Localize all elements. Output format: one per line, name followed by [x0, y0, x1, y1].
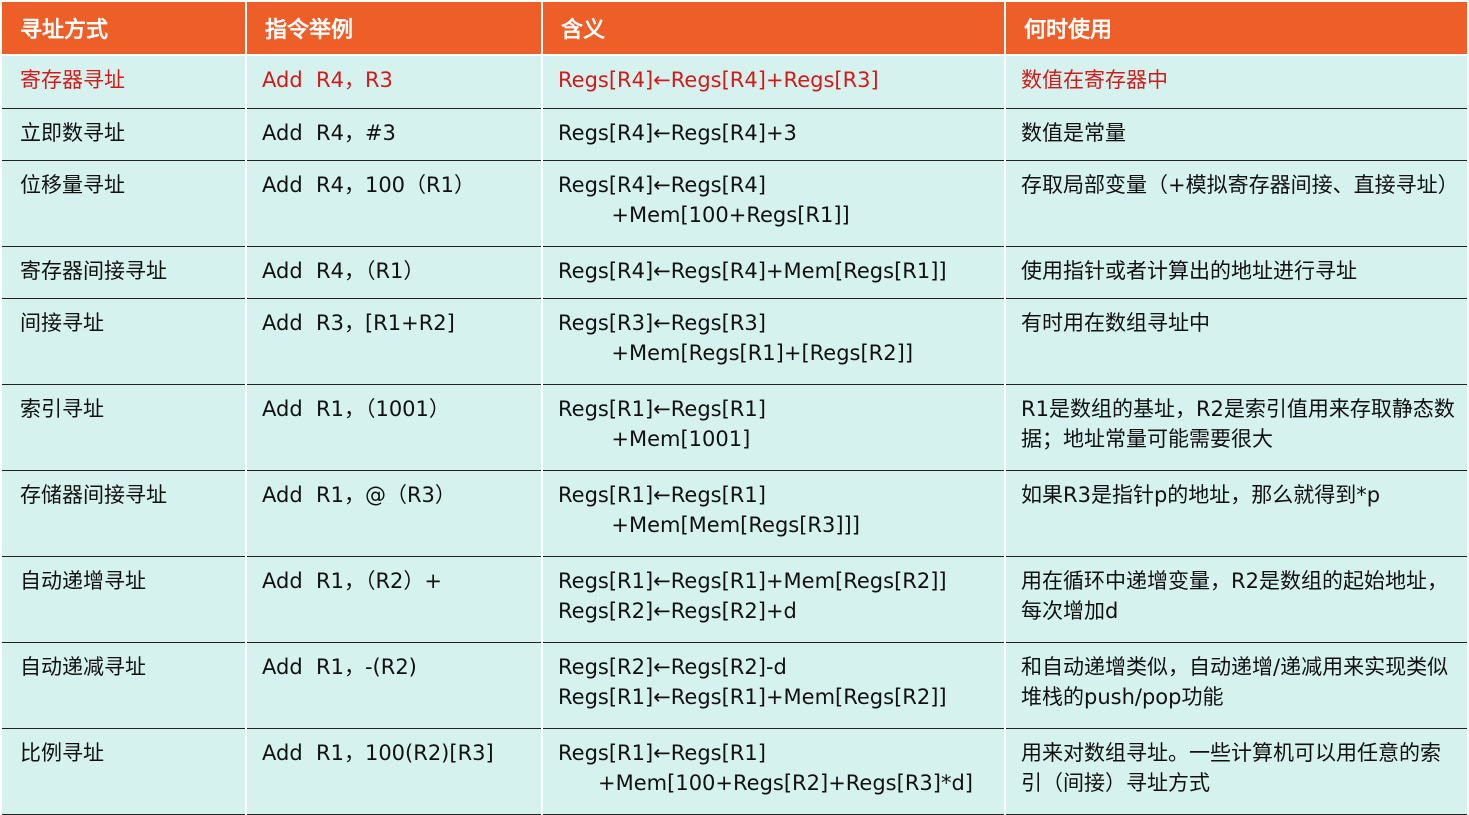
- cell-mode: 寄存器间接寻址: [0, 245, 247, 299]
- cell-mode: 自动递减寻址: [0, 641, 247, 729]
- cell-example: Add R1，（1001）: [245, 383, 543, 471]
- cell-mode: 存储器间接寻址: [0, 469, 247, 557]
- meaning-line: Regs[R4]←Regs[R4]+Regs[R3]: [558, 68, 879, 92]
- cell-meaning: Regs[R4]←Regs[R4]+Regs[R3]: [541, 54, 1006, 109]
- usage-text: 存取局部变量（+模拟寄存器间接、直接寻址）: [1021, 172, 1459, 197]
- meaning-line: Regs[R1]←Regs[R1]: [558, 396, 766, 421]
- cell-usage: 用在循环中递增变量，R2是数组的起始地址，每次增加d: [1004, 555, 1469, 643]
- meaning-line: +Mem[100+Regs[R2]+Regs[R3]*d]: [558, 770, 973, 795]
- example-text: Add R1，（R2）+: [262, 568, 443, 593]
- usage-text: R1是数组的基址，R2是索引值用来存取静态数据；地址常量可能需要很大: [1021, 396, 1455, 451]
- usage-text: 有时用在数组寻址中: [1021, 310, 1210, 335]
- table-row: 位移量寻址 Add R4，100（R1） Regs[R4]←Regs[R4] +Me…: [0, 159, 1469, 247]
- meaning-line: Regs[R1]←Regs[R1]: [558, 740, 766, 765]
- meaning-line: +Mem[Regs[R1]+[Regs[R2]]: [558, 340, 914, 365]
- cell-meaning: Regs[R1]←Regs[R1] +Mem[Mem[Regs[R3]]]: [541, 469, 1006, 557]
- example-text: Add R4，（R1）: [262, 258, 425, 283]
- cell-usage: 数值在寄存器中: [1004, 54, 1469, 109]
- cell-usage: R1是数组的基址，R2是索引值用来存取静态数据；地址常量可能需要很大: [1004, 383, 1469, 471]
- meaning-line: +Mem[100+Regs[R1]]: [558, 202, 850, 227]
- cell-meaning: Regs[R1]←Regs[R1] +Mem[1001]: [541, 383, 1006, 471]
- cell-meaning: Regs[R1]←Regs[R1] +Mem[100+Regs[R2]+Regs…: [541, 727, 1006, 815]
- usage-text: 数值是常量: [1021, 120, 1126, 145]
- table-row: 寄存器间接寻址 Add R4，（R1） Regs[R4]←Regs[R4]+Mem[…: [0, 245, 1469, 299]
- meaning-line: Regs[R3]←Regs[R3]: [558, 310, 766, 335]
- cell-mode: 寄存器寻址: [0, 54, 247, 109]
- cell-mode: 自动递增寻址: [0, 555, 247, 643]
- usage-text: 数值在寄存器中: [1021, 68, 1168, 92]
- cell-usage: 数值是常量: [1004, 107, 1469, 161]
- table-row: 索引寻址 Add R1，（1001） Regs[R1]←Regs[R1] +Mem[…: [0, 383, 1469, 471]
- usage-text: 用来对数组寻址。一些计算机可以用任意的索引（间接）寻址方式: [1021, 740, 1441, 795]
- cell-mode: 立即数寻址: [0, 107, 247, 161]
- example-text: Add R1，-(R2): [262, 654, 417, 679]
- meaning-line: +Mem[Mem[Regs[R3]]]: [558, 512, 860, 537]
- example-text: Add R1，（1001）: [262, 396, 450, 421]
- example-text: Add R1，100(R2)[R3]: [262, 740, 494, 765]
- meaning-line: Regs[R2]←Regs[R2]-d: [558, 654, 787, 679]
- header-example: 指令举例: [245, 0, 543, 56]
- table-row: 自动递增寻址 Add R1，（R2）+ Regs[R1]←Regs[R1]+Mem[…: [0, 555, 1469, 643]
- cell-mode: 比例寻址: [0, 727, 247, 815]
- cell-example: Add R4，（R1）: [245, 245, 543, 299]
- cell-mode: 间接寻址: [0, 297, 247, 385]
- cell-example: Add R1，100(R2)[R3]: [245, 727, 543, 815]
- cell-meaning: Regs[R4]←Regs[R4] +Mem[100+Regs[R1]]: [541, 159, 1006, 247]
- meaning-line: Regs[R1]←Regs[R1]: [558, 482, 766, 507]
- header-meaning: 含义: [541, 0, 1006, 56]
- cell-mode: 索引寻址: [0, 383, 247, 471]
- cell-example: Add R4，R3: [245, 54, 543, 109]
- cell-example: Add R4，100（R1）: [245, 159, 543, 247]
- cell-example: Add R1，-(R2): [245, 641, 543, 729]
- table-row: 比例寻址 Add R1，100(R2)[R3] Regs[R1]←Regs[R1] …: [0, 727, 1469, 815]
- cell-meaning: Regs[R3]←Regs[R3] +Mem[Regs[R1]+[Regs[R2…: [541, 297, 1006, 385]
- cell-usage: 使用指针或者计算出的地址进行寻址: [1004, 245, 1469, 299]
- example-text: Add R1，@（R3）: [262, 482, 456, 507]
- table-row: 自动递减寻址 Add R1，-(R2) Regs[R2]←Regs[R2]-d Reg…: [0, 641, 1469, 729]
- header-mode: 寻址方式: [0, 0, 247, 56]
- meaning-line: Regs[R1]←Regs[R1]+Mem[Regs[R2]]: [558, 568, 947, 593]
- meaning-line: Regs[R4]←Regs[R4]+3: [558, 120, 797, 145]
- cell-usage: 用来对数组寻址。一些计算机可以用任意的索引（间接）寻址方式: [1004, 727, 1469, 815]
- usage-text: 如果R3是指针p的地址，那么就得到*p: [1021, 482, 1381, 507]
- cell-meaning: Regs[R2]←Regs[R2]-d Regs[R1]←Regs[R1]+Mem…: [541, 641, 1006, 729]
- cell-usage: 有时用在数组寻址中: [1004, 297, 1469, 385]
- meaning-line: Regs[R4]←Regs[R4]: [558, 172, 766, 197]
- cell-meaning: Regs[R1]←Regs[R1]+Mem[Regs[R2]] Regs[R2]←…: [541, 555, 1006, 643]
- example-text: Add R4，R3: [262, 68, 393, 92]
- header-usage: 何时使用: [1004, 0, 1469, 56]
- table-row: 存储器间接寻址 Add R1，@（R3） Regs[R1]←Regs[R1] +Me…: [0, 469, 1469, 557]
- cell-example: Add R1，（R2）+: [245, 555, 543, 643]
- usage-text: 和自动递增类似，自动递增/递减用来实现类似堆栈的push/pop功能: [1021, 654, 1449, 709]
- table-row: 寄存器寻址 Add R4，R3 Regs[R4]←Regs[R4]+Regs[R3]…: [0, 54, 1469, 109]
- cell-meaning: Regs[R4]←Regs[R4]+Mem[Regs[R1]]: [541, 245, 1006, 299]
- cell-usage: 如果R3是指针p的地址，那么就得到*p: [1004, 469, 1469, 557]
- table-row: 立即数寻址 Add R4，#3 Regs[R4]←Regs[R4]+3 数值是常量: [0, 107, 1469, 161]
- example-text: Add R4，100（R1）: [262, 172, 475, 197]
- cell-usage: 存取局部变量（+模拟寄存器间接、直接寻址）: [1004, 159, 1469, 247]
- cell-usage: 和自动递增类似，自动递增/递减用来实现类似堆栈的push/pop功能: [1004, 641, 1469, 729]
- usage-text: 使用指针或者计算出的地址进行寻址: [1021, 258, 1357, 283]
- cell-mode: 位移量寻址: [0, 159, 247, 247]
- table-header-row: 寻址方式 指令举例 含义 何时使用: [0, 0, 1469, 56]
- meaning-line: Regs[R2]←Regs[R2]+d: [558, 598, 797, 623]
- cell-meaning: Regs[R4]←Regs[R4]+3: [541, 107, 1006, 161]
- usage-text: 用在循环中递增变量，R2是数组的起始地址，每次增加d: [1021, 568, 1448, 623]
- example-text: Add R4，#3: [262, 120, 396, 145]
- cell-example: Add R3，[R1+R2]: [245, 297, 543, 385]
- meaning-line: Regs[R1]←Regs[R1]+Mem[Regs[R2]]: [558, 684, 947, 709]
- cell-example: Add R1，@（R3）: [245, 469, 543, 557]
- meaning-line: +Mem[1001]: [558, 426, 751, 451]
- example-text: Add R3，[R1+R2]: [262, 310, 455, 335]
- addressing-modes-table: 寻址方式 指令举例 含义 何时使用 寄存器寻址 Add R4，R3 Regs[R4]…: [0, 0, 1469, 815]
- cell-example: Add R4，#3: [245, 107, 543, 161]
- meaning-line: Regs[R4]←Regs[R4]+Mem[Regs[R1]]: [558, 258, 947, 283]
- table-row: 间接寻址 Add R3，[R1+R2] Regs[R3]←Regs[R3] +Mem…: [0, 297, 1469, 385]
